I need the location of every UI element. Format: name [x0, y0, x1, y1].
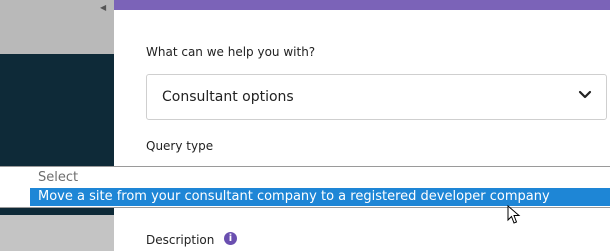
dropdown-option-highlighted[interactable]: Move a site from your consultant company…: [30, 188, 610, 206]
help-topic-select[interactable]: Consultant options: [146, 74, 607, 120]
help-topic-select-value: Consultant options: [162, 89, 294, 105]
dropdown-option-placeholder[interactable]: Select: [38, 170, 78, 185]
dropdown-option-highlighted-label: Move a site from your consultant company…: [38, 189, 550, 204]
corner-marker-icon: ◀: [100, 3, 107, 12]
background-panel-top: [0, 0, 114, 54]
help-topic-label: What can we help you with?: [146, 45, 316, 59]
modal-header-bar: [114, 0, 610, 10]
chevron-down-icon: [578, 90, 592, 99]
background-panel-bottom: [0, 215, 114, 251]
description-label: Description: [146, 233, 215, 247]
dropdown-left-margin: [0, 167, 30, 207]
query-type-label: Query type: [146, 139, 214, 153]
query-type-dropdown-list[interactable]: Select Move a site from your consultant …: [0, 166, 610, 208]
info-icon[interactable]: i: [224, 232, 237, 245]
mouse-cursor-icon: [507, 205, 521, 224]
help-modal: What can we help you with? Consultant op…: [114, 0, 610, 251]
